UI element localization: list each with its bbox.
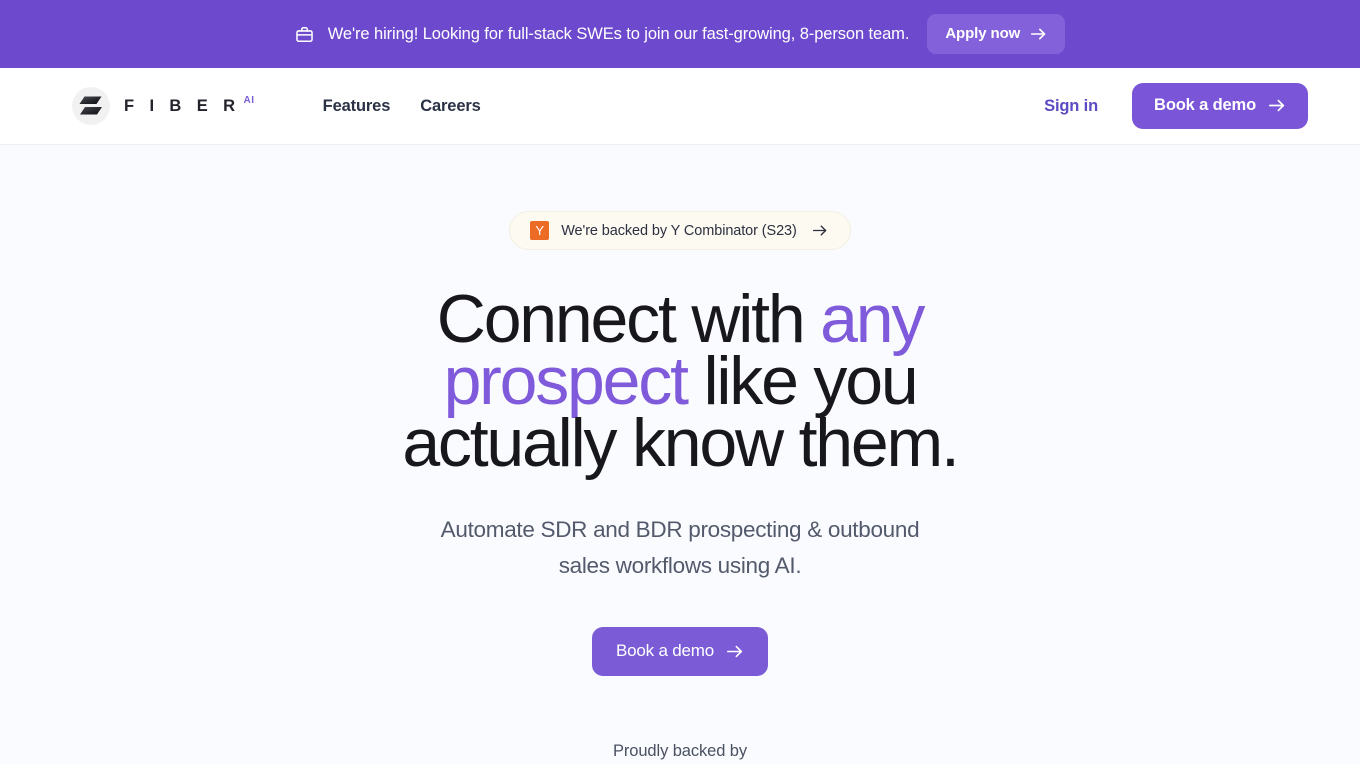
announcement-message-group: We're hiring! Looking for full-stack SWE… xyxy=(295,24,910,44)
hero-subtitle: Automate SDR and BDR prospecting & outbo… xyxy=(440,517,920,578)
fiber-logo-icon xyxy=(72,87,110,125)
apply-now-label: Apply now xyxy=(945,25,1021,42)
arrow-right-icon xyxy=(812,225,827,236)
apply-now-button[interactable]: Apply now xyxy=(927,14,1066,54)
brand-logo-link[interactable]: F I B E R AI xyxy=(72,87,255,125)
announcement-banner: We're hiring! Looking for full-stack SWE… xyxy=(0,0,1360,68)
hero-section: Y We're backed by Y Combinator (S23) Con… xyxy=(0,145,1360,761)
header-actions: Sign in Book a demo xyxy=(1044,83,1308,129)
book-a-demo-button-header[interactable]: Book a demo xyxy=(1132,83,1308,129)
arrow-right-icon xyxy=(1031,28,1046,39)
page-title: Connect with any prospect like you actua… xyxy=(330,285,1030,477)
brand-wordmark: F I B E R AI xyxy=(124,94,255,118)
book-a-demo-button-hero[interactable]: Book a demo xyxy=(592,627,768,676)
brand-superscript: AI xyxy=(243,95,255,106)
site-header: F I B E R AI Features Careers Sign in Bo… xyxy=(0,68,1360,145)
yc-badge-label: We're backed by Y Combinator (S23) xyxy=(561,222,797,239)
book-a-demo-label-hero: Book a demo xyxy=(616,641,714,660)
nav-item-careers[interactable]: Careers xyxy=(420,97,481,116)
yc-backed-badge[interactable]: Y We're backed by Y Combinator (S23) xyxy=(509,211,851,250)
announcement-text: We're hiring! Looking for full-stack SWE… xyxy=(327,24,910,43)
primary-navigation: Features Careers xyxy=(323,97,481,116)
sign-in-link[interactable]: Sign in xyxy=(1044,97,1098,116)
nav-item-features[interactable]: Features xyxy=(323,97,391,116)
brand-name: F I B E R xyxy=(124,97,241,115)
book-a-demo-label-header: Book a demo xyxy=(1154,96,1256,114)
arrow-right-icon xyxy=(1268,99,1285,112)
fiber-mark-glyph xyxy=(79,96,102,115)
briefcase-icon xyxy=(295,26,313,42)
arrow-right-icon xyxy=(726,645,743,657)
backed-by-label: Proudly backed by xyxy=(612,742,748,760)
y-combinator-icon: Y xyxy=(530,221,550,240)
